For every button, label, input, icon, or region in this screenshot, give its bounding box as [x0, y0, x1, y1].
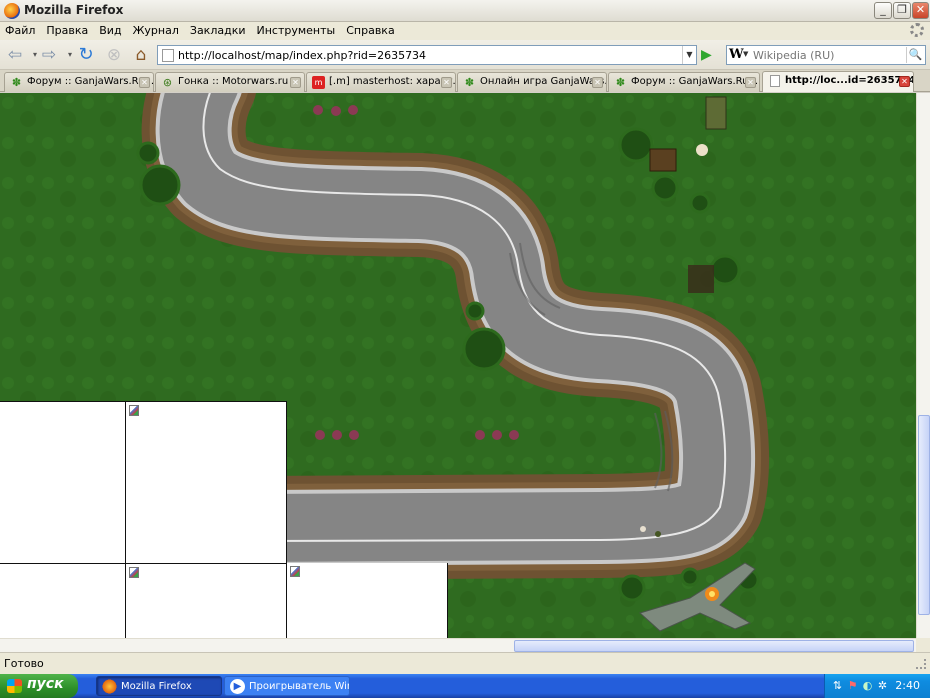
- search-icon[interactable]: 🔍: [906, 47, 924, 63]
- window-title-bar[interactable]: Mozilla Firefox _ ❐ ✕: [0, 0, 930, 22]
- back-arrow-icon[interactable]: ⇦: [4, 44, 26, 66]
- horizontal-scrollbar[interactable]: [0, 638, 916, 652]
- tab-masterhost[interactable]: m [.m] masterhost: характ... ✕: [306, 72, 456, 92]
- close-tab-icon[interactable]: ✕: [441, 77, 452, 88]
- settings-icon[interactable]: ✲: [876, 679, 889, 692]
- taskbar-item-media-player[interactable]: ▶ Проигрыватель Win...: [224, 676, 350, 696]
- scrollbar-corner: [916, 638, 930, 652]
- broken-image-icon: [129, 567, 139, 578]
- resize-grip-icon[interactable]: [916, 659, 926, 669]
- barrel-group-top: [313, 105, 358, 116]
- taskbar-item-firefox[interactable]: Mozilla Firefox: [96, 676, 222, 696]
- start-button[interactable]: пуск: [0, 674, 78, 698]
- close-window-button[interactable]: ✕: [912, 2, 929, 19]
- menu-edit[interactable]: Правка: [41, 22, 94, 37]
- tab-motorwars[interactable]: ⊛ Гонка :: Motorwars.ru ✕: [155, 72, 305, 92]
- status-bar: Готово: [0, 652, 930, 674]
- close-tab-icon[interactable]: ✕: [899, 76, 910, 87]
- menu-history[interactable]: Журнал: [128, 22, 185, 37]
- close-tab-icon[interactable]: ✕: [592, 77, 603, 88]
- status-text: Готово: [4, 657, 44, 670]
- tab-ganjawars-forum-2[interactable]: ✽ Форум :: GanjaWars.Ru ... ✕: [608, 72, 760, 92]
- volume-icon[interactable]: ◐: [861, 679, 874, 692]
- navigation-toolbar: ⇦ ▾ ⇨ ▾ ↻ ⊗ ⌂ ▼ ▶ W ▼ 🔍: [0, 40, 930, 70]
- network-icon[interactable]: ⇅: [831, 679, 844, 692]
- home-icon[interactable]: ⌂: [130, 44, 152, 66]
- page-content: [0, 93, 916, 638]
- minimize-button[interactable]: _: [874, 2, 892, 19]
- barrel-group-mid-left: [315, 430, 359, 440]
- firefox-logo-icon: [102, 679, 117, 694]
- start-label: пуск: [27, 676, 64, 692]
- stop-icon[interactable]: ⊗: [103, 44, 125, 66]
- menu-file[interactable]: Файл: [0, 22, 41, 37]
- leaf-icon: ✽: [464, 76, 475, 89]
- firefox-logo-icon: [4, 3, 20, 19]
- taskbar-item-label: Mozilla Firefox: [121, 681, 192, 692]
- map-tile-broken: [0, 563, 126, 638]
- url-dropdown-icon[interactable]: ▼: [682, 46, 696, 64]
- page-icon: [770, 75, 780, 87]
- search-bar[interactable]: W ▼ 🔍: [726, 45, 926, 65]
- vertical-scrollbar[interactable]: [916, 93, 930, 638]
- leaf-icon: ✽: [615, 76, 626, 89]
- menu-tools[interactable]: Инструменты: [252, 22, 342, 37]
- map-tile-broken: [125, 401, 287, 564]
- menu-view[interactable]: Вид: [94, 22, 127, 37]
- leaf-icon: ✽: [11, 76, 22, 89]
- horizontal-scroll-thumb[interactable]: [514, 640, 914, 652]
- taskbar: пуск Mozilla Firefox ▶ Проигрыватель Win…: [0, 674, 930, 698]
- broken-image-icon: [129, 405, 139, 416]
- tab-label: Онлайн игра GanjaWars...: [480, 76, 607, 87]
- menu-bookmarks[interactable]: Закладки: [185, 22, 252, 37]
- broken-image-icon: [290, 566, 300, 577]
- tab-bar: ✽ Форум :: GanjaWars.Ru ... ✕ ⊛ Гонка ::…: [0, 70, 930, 92]
- vertical-scroll-thumb[interactable]: [918, 415, 930, 615]
- tab-label: Форум :: GanjaWars.Ru ...: [27, 76, 154, 87]
- url-input[interactable]: [178, 48, 668, 62]
- close-tab-icon[interactable]: ✕: [139, 77, 150, 88]
- tab-ganjawars-forum-1[interactable]: ✽ Форум :: GanjaWars.Ru ... ✕: [4, 72, 154, 92]
- map-tile-broken: [125, 563, 287, 638]
- page-icon: [162, 49, 174, 62]
- security-icon[interactable]: ⚑: [846, 679, 859, 692]
- map-tile-broken: [0, 401, 126, 564]
- m-logo-icon: m: [312, 76, 325, 89]
- system-tray: ⇅ ⚑ ◐ ✲ 2:40: [824, 674, 930, 698]
- tab-label: [.m] masterhost: характ...: [329, 76, 456, 87]
- tab-localhost-map[interactable]: http://loc...id=2635734 ✕: [762, 71, 914, 92]
- tab-label: http://loc...id=2635734: [785, 75, 914, 86]
- menu-help[interactable]: Справка: [341, 22, 400, 37]
- reload-icon[interactable]: ↻: [75, 44, 97, 66]
- go-arrow-icon[interactable]: ▶: [701, 47, 717, 63]
- close-tab-icon[interactable]: ✕: [745, 77, 756, 88]
- barrel-group-mid-right: [475, 430, 519, 440]
- tab-label: Форум :: GanjaWars.Ru ...: [631, 76, 760, 87]
- engine-dropdown-icon[interactable]: ▼: [743, 50, 748, 58]
- taskbar-item-label: Проигрыватель Win...: [249, 681, 349, 692]
- search-input[interactable]: [753, 48, 903, 62]
- tab-ganjawars-game[interactable]: ✽ Онлайн игра GanjaWars... ✕: [457, 72, 607, 92]
- window-title: Mozilla Firefox: [24, 3, 124, 17]
- wikipedia-icon[interactable]: W: [729, 47, 744, 62]
- close-tab-icon[interactable]: ✕: [290, 77, 301, 88]
- throbber-icon: [910, 23, 924, 37]
- forward-arrow-icon[interactable]: ⇨: [38, 44, 60, 66]
- menu-bar: Файл Правка Вид Журнал Закладки Инструменты Сп…: [0, 22, 930, 40]
- clock: 2:40: [895, 679, 920, 692]
- url-bar[interactable]: ▼: [157, 45, 697, 65]
- map-tile-broken: [286, 563, 448, 638]
- windows-logo-icon: [7, 679, 22, 693]
- tab-label: Гонка :: Motorwars.ru: [178, 76, 289, 87]
- media-player-icon: ▶: [230, 679, 245, 694]
- maximize-button[interactable]: ❐: [893, 2, 911, 19]
- wheel-icon: ⊛: [162, 76, 173, 89]
